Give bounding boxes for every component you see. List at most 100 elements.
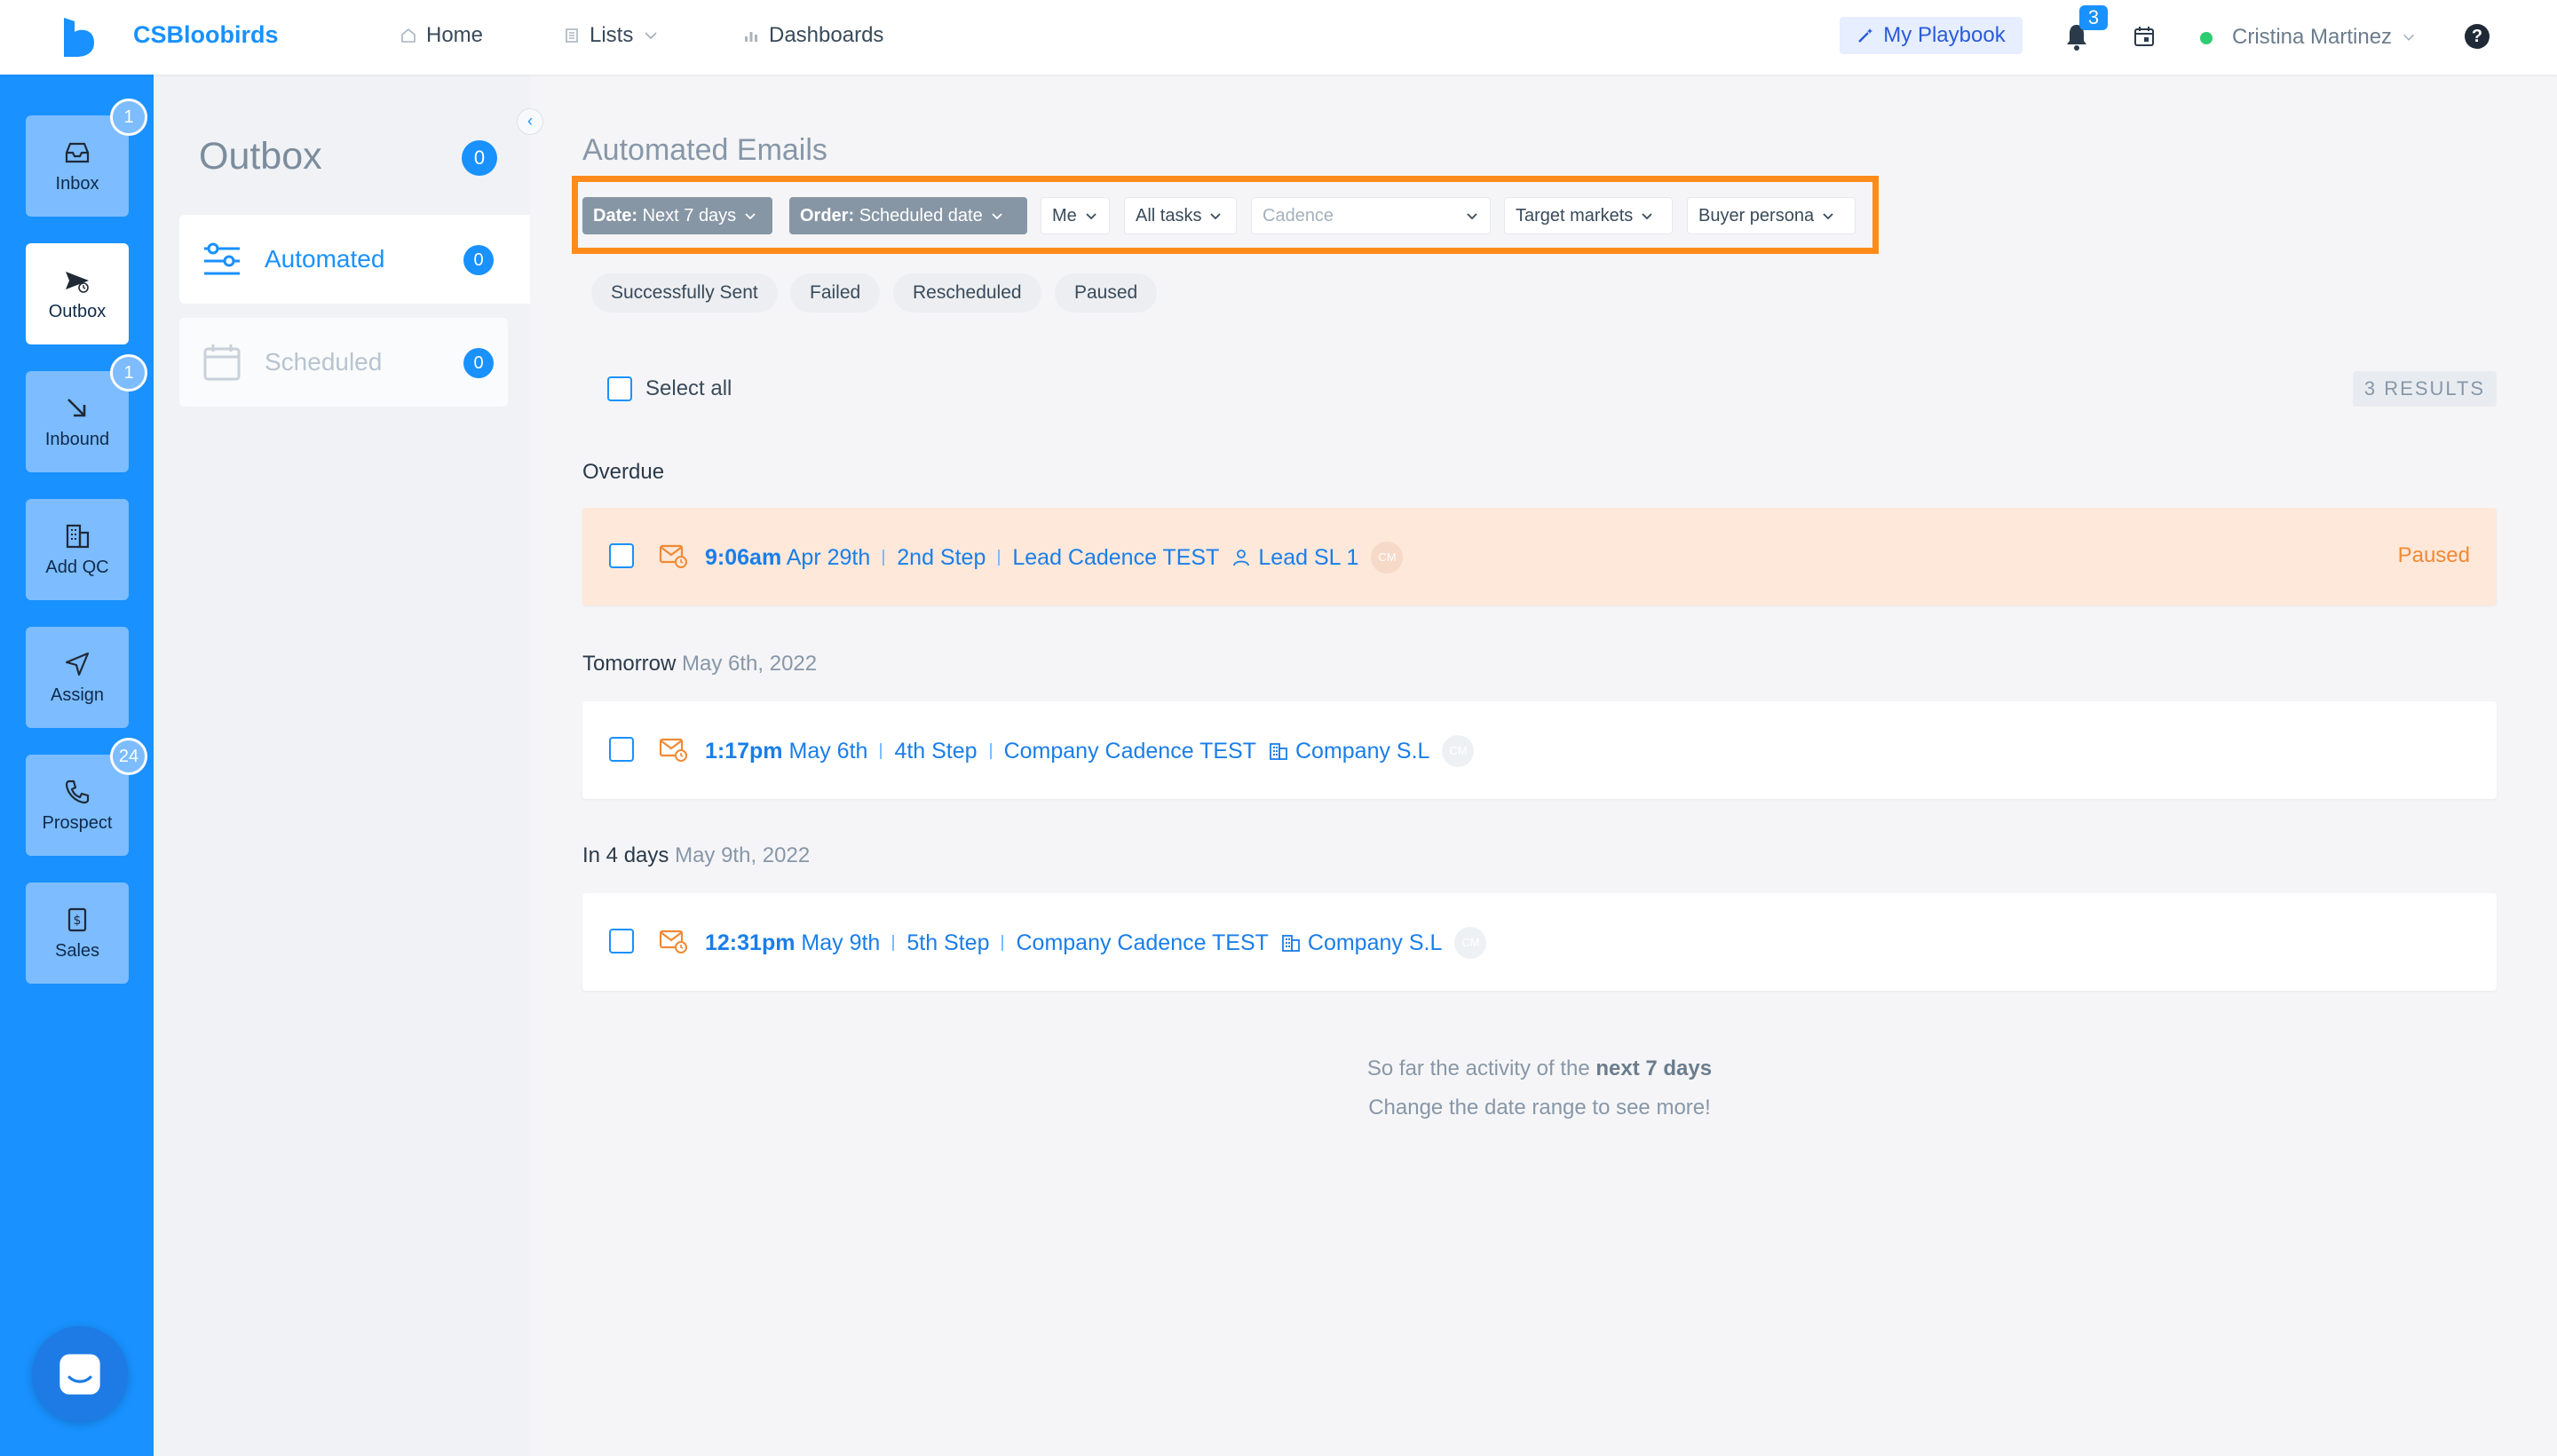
sidebar-item-label: Prospect — [42, 812, 113, 833]
row-content: 1:17pm May 6th 4th Step Company Cadence … — [705, 735, 1475, 767]
row-cadence-link[interactable]: Company Cadence TEST — [1016, 930, 1268, 956]
calendar-icon[interactable] — [2133, 25, 2156, 48]
notifications-badge: 3 — [2079, 5, 2108, 30]
sidebar-item-inbox[interactable]: Inbox 1 — [26, 99, 147, 217]
main-sidebar: Inbox 1 Outbox Inbound 1 Add QC Assign P… — [0, 75, 154, 1456]
tasks-filter-dropdown[interactable]: All tasks — [1124, 197, 1237, 234]
order-filter-dropdown[interactable]: Order: Scheduled date — [789, 197, 1027, 234]
automated-count-badge: 0 — [463, 245, 494, 275]
results-count: 3 RESULTS — [2353, 371, 2497, 407]
avatar: CM — [1442, 735, 1475, 767]
sidebar-item-outbox[interactable]: Outbox — [26, 243, 129, 344]
top-navigation-bar: CSBloobirds Home Lists Dashboards My Pla… — [0, 0, 2557, 75]
sidebar-item-prospect[interactable]: Prospect 24 — [26, 738, 147, 856]
brand-name[interactable]: CSBloobirds — [133, 21, 279, 49]
row-target-link[interactable]: Company S.L — [1281, 930, 1442, 956]
collapse-sidebar-button[interactable]: ‹ — [517, 108, 543, 135]
list-icon — [566, 28, 578, 43]
chevron-down-icon — [2403, 34, 2415, 41]
row-content: 9:06am Apr 29th 2nd Step Lead Cadence TE… — [705, 542, 1404, 574]
row-step: 5th Step — [906, 930, 990, 955]
buyer-persona-filter-dropdown[interactable]: Buyer persona — [1687, 197, 1856, 234]
tasks-filter-text: All tasks — [1136, 205, 1202, 226]
magic-wand-icon — [1858, 28, 1873, 43]
row-target-link[interactable]: Company S.L — [1269, 739, 1429, 764]
separator — [989, 743, 992, 759]
row-checkbox[interactable] — [609, 543, 634, 568]
footer-note-line-2: Change the date range to see more! — [1368, 1096, 1711, 1120]
sidebar-item-inbound[interactable]: Inbound 1 — [26, 354, 147, 472]
inbox-icon — [65, 142, 90, 162]
target-markets-filter-dropdown[interactable]: Target markets — [1504, 197, 1673, 234]
buyer-persona-filter-text: Buyer persona — [1698, 205, 1815, 226]
calendar-icon — [203, 344, 241, 381]
select-all-checkbox[interactable] — [607, 376, 632, 401]
table-row[interactable]: 9:06am Apr 29th 2nd Step Lead Cadence TE… — [582, 508, 2497, 605]
row-datetime: 9:06am Apr 29th — [705, 544, 871, 570]
status-filter-paused[interactable]: Paused — [1055, 273, 1158, 313]
owner-filter-dropdown[interactable]: Me — [1041, 197, 1110, 234]
row-step: 4th Step — [894, 738, 978, 764]
chevron-down-icon — [1467, 213, 1477, 220]
nav-home[interactable]: Home — [400, 23, 483, 48]
row-checkbox[interactable] — [609, 929, 634, 954]
nav-lists-label: Lists — [590, 23, 634, 47]
sliders-icon — [204, 242, 240, 275]
nav-dashboards-label: Dashboards — [769, 23, 884, 47]
row-cadence-link[interactable]: Company Cadence TEST — [1004, 739, 1256, 764]
subnav-automated-label: Automated — [265, 245, 385, 273]
sidebar-item-assign[interactable]: Assign — [26, 627, 129, 728]
arrow-down-right-icon — [67, 398, 86, 416]
subnav-scheduled-label: Scheduled — [265, 348, 383, 376]
row-content: 12:31pm May 9th 5th Step Company Cadence… — [705, 927, 1487, 959]
bloobirds-logo-icon[interactable] — [60, 16, 98, 57]
user-menu[interactable]: Cristina Martinez — [2232, 25, 2417, 50]
chevron-down-icon — [745, 213, 756, 220]
sidebar-item-label: Outbox — [48, 301, 107, 321]
subnav-automated[interactable]: Automated 0 — [179, 215, 530, 304]
status-filter-successfully-sent[interactable]: Successfully Sent — [591, 273, 778, 313]
chevron-down-icon — [1642, 213, 1652, 220]
building-icon — [1281, 935, 1300, 952]
cadence-filter-dropdown[interactable]: Cadence — [1251, 197, 1491, 234]
avatar: CM — [1454, 927, 1487, 959]
bar-chart-icon — [745, 32, 757, 42]
row-cadence-link[interactable]: Lead Cadence TEST — [1012, 545, 1219, 571]
avatar: CM — [1371, 542, 1404, 574]
sidebar-item-sales[interactable]: $ Sales — [26, 882, 129, 984]
outbox-count-badge: 0 — [462, 140, 497, 176]
table-row[interactable]: 1:17pm May 6th 4th Step Company Cadence … — [582, 701, 2497, 799]
date-filter-text: Date: Next 7 days — [593, 205, 737, 226]
row-target-link[interactable]: Lead SL 1 — [1231, 545, 1358, 571]
row-checkbox[interactable] — [609, 737, 634, 762]
subnav-scheduled[interactable]: Scheduled 0 — [179, 318, 508, 407]
help-icon[interactable]: ? — [2465, 24, 2490, 49]
separator — [1001, 935, 1004, 951]
group-label-tomorrow: Tomorrow May 6th, 2022 — [582, 652, 818, 676]
row-datetime: 1:17pm May 6th — [705, 738, 868, 764]
building-icon — [66, 524, 90, 548]
dollar-icon: $ — [67, 907, 87, 931]
status-filter-failed[interactable]: Failed — [790, 273, 881, 313]
status-filter-rescheduled[interactable]: Rescheduled — [893, 273, 1041, 313]
target-markets-filter-text: Target markets — [1516, 205, 1634, 226]
sidebar-item-label: Add QC — [45, 557, 109, 577]
person-icon — [1233, 550, 1250, 566]
nav-home-label: Home — [426, 23, 484, 47]
footer-note-line-1: So far the activity of the next 7 days — [1366, 1056, 1713, 1080]
chevron-down-icon — [1823, 213, 1833, 220]
table-row[interactable]: 12:31pm May 9th 5th Step Company Cadence… — [582, 893, 2497, 991]
date-filter-dropdown[interactable]: Date: Next 7 days — [582, 197, 772, 234]
cadence-filter-placeholder: Cadence — [1263, 205, 1334, 226]
chat-launcher-button[interactable] — [32, 1326, 128, 1422]
row-datetime: 12:31pm May 9th — [705, 930, 881, 955]
sidebar-item-add-qc[interactable]: Add QC — [26, 499, 129, 600]
navigate-icon — [65, 652, 90, 676]
my-playbook-button[interactable]: My Playbook — [1840, 17, 2023, 54]
user-status-dot — [2200, 32, 2213, 44]
user-name: Cristina Martinez — [2232, 25, 2393, 49]
chevron-down-icon — [1086, 213, 1096, 220]
nav-lists[interactable]: Lists — [563, 23, 660, 48]
page-title: Automated Emails — [582, 133, 827, 167]
nav-dashboards[interactable]: Dashboards — [742, 23, 883, 48]
